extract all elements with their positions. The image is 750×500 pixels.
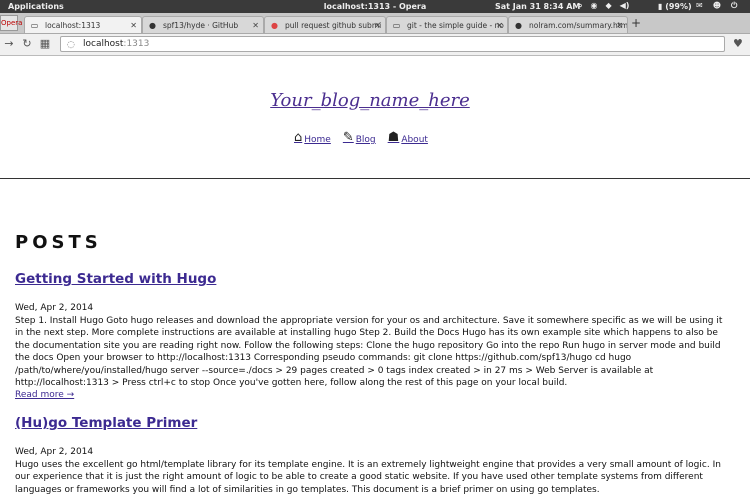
post-excerpt-text: Step 1. Install Hugo Goto hugo releases … xyxy=(15,316,723,389)
url-host: localhost xyxy=(83,39,124,49)
forward-icon[interactable]: → xyxy=(2,37,16,51)
site-nav: ⌂ Home ✎ Blog ☗ About xyxy=(294,130,428,145)
nav-blog-link[interactable]: ✎ Blog xyxy=(343,130,376,145)
tray-icons: ⌕ ◉ ◆ ◀) xyxy=(578,1,629,11)
header-divider xyxy=(0,178,750,179)
clock[interactable]: Sat Jan 31 8:34 AM xyxy=(495,2,580,11)
volume-icon[interactable]: ◀) xyxy=(620,1,630,11)
new-tab-button[interactable]: + xyxy=(628,16,644,32)
search-icon[interactable]: ⌕ xyxy=(578,1,582,11)
post-date: Wed, Apr 2, 2014 xyxy=(15,303,94,313)
page-icon: ▭ xyxy=(30,21,39,30)
nav-label: Blog xyxy=(355,135,376,145)
tab-git-guide[interactable]: ▭ git - the simple guide - no ✕ xyxy=(386,16,508,33)
posts-heading: POSTS xyxy=(15,232,102,253)
heart-icon[interactable]: ♥ xyxy=(733,37,743,50)
close-icon[interactable]: ✕ xyxy=(252,17,259,33)
tab-bar: Opera ▭ localhost:1313 ✕ ● spf13/hyde · … xyxy=(0,13,750,34)
tab-github-hyde[interactable]: ● spf13/hyde · GitHub ✕ xyxy=(142,16,264,33)
close-icon[interactable]: ✕ xyxy=(374,17,381,33)
dropbox-icon[interactable]: ◆ xyxy=(605,1,611,11)
opera-menu-button[interactable]: Opera xyxy=(0,15,22,31)
user-icon: ☗ xyxy=(387,130,400,145)
edit-icon: ✎ xyxy=(342,130,354,145)
tab-label: git - the simple guide - no xyxy=(407,21,504,30)
duckduckgo-icon: ● xyxy=(271,21,278,30)
tab-label: nolram.com/summary.htm xyxy=(529,21,628,30)
tab-pull-request-search[interactable]: ● pull request github submi ✕ xyxy=(264,16,386,33)
home-icon: ⌂ xyxy=(294,130,303,145)
tab-label: pull request github submi xyxy=(285,21,382,30)
post-title-link[interactable]: Getting Started with Hugo xyxy=(15,271,216,287)
post-title-link[interactable]: (Hu)go Template Primer xyxy=(15,415,197,431)
os-top-panel: Applications localhost:1313 - Opera Sat … xyxy=(0,0,750,13)
network-icon[interactable]: ◉ xyxy=(590,1,597,11)
reload-icon[interactable]: ↻ xyxy=(20,37,34,51)
window-title: localhost:1313 - Opera xyxy=(323,2,427,11)
power-icon[interactable]: ⏻ xyxy=(731,1,737,11)
tab-label: localhost:1313 xyxy=(45,21,101,30)
post-date: Wed, Apr 2, 2014 xyxy=(15,447,94,457)
tab-nolram-summary[interactable]: ● nolram.com/summary.htm ✕ xyxy=(508,16,628,33)
user-icon[interactable]: ☻ xyxy=(713,1,721,11)
url-port: :1313 xyxy=(123,39,150,49)
post-excerpt: Hugo uses the excellent go html/template… xyxy=(15,460,721,495)
address-toolbar: → ↻ ▦ ◌ localhost:1313 ♥ xyxy=(0,34,750,56)
read-more-link[interactable]: Read more → xyxy=(15,390,74,400)
nav-home-link[interactable]: ⌂ Home xyxy=(294,130,331,145)
close-icon[interactable]: ✕ xyxy=(616,17,623,33)
tab-localhost[interactable]: ▭ localhost:1313 ✕ xyxy=(24,16,142,33)
nav-about-link[interactable]: ☗ About xyxy=(388,130,428,145)
web-page: Your_blog_name_here ⌂ Home ✎ Blog ☗ About P… xyxy=(0,56,750,500)
url-text: localhost:1313 xyxy=(83,37,149,51)
battery-status[interactable]: ▮ (99%) xyxy=(658,2,692,11)
tab-label: spf13/hyde · GitHub xyxy=(163,21,239,30)
blog-title-link[interactable]: Your_blog_name_here xyxy=(0,90,740,111)
tray-icons-right: ✉ ☻ ⏻ xyxy=(696,1,737,11)
nav-label: About xyxy=(401,135,428,145)
site-info-icon[interactable]: ◌ xyxy=(67,38,75,52)
close-icon[interactable]: ✕ xyxy=(130,17,137,33)
close-icon[interactable]: ✕ xyxy=(496,17,503,33)
github-icon: ● xyxy=(149,21,156,30)
mail-icon[interactable]: ✉ xyxy=(696,1,703,11)
nav-label: Home xyxy=(304,135,331,145)
post-excerpt: Step 1. Install Hugo Goto hugo releases … xyxy=(15,315,733,402)
page-icon: ▭ xyxy=(392,21,401,30)
github-icon: ● xyxy=(515,21,522,30)
address-bar[interactable]: ◌ localhost:1313 xyxy=(60,36,725,52)
speed-dial-icon[interactable]: ▦ xyxy=(38,37,52,51)
